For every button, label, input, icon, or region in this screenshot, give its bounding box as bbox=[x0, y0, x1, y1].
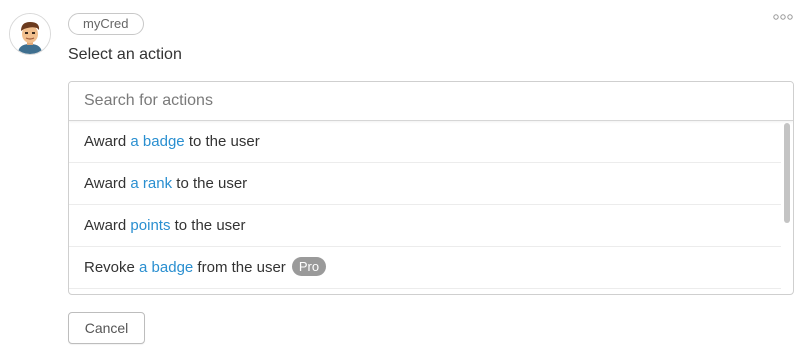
cancel-button[interactable]: Cancel bbox=[68, 312, 145, 344]
action-highlight: a rank bbox=[130, 175, 173, 192]
action-suffix: from the user bbox=[193, 259, 286, 276]
action-highlight: a badge bbox=[139, 259, 194, 276]
action-highlight: a badge bbox=[130, 133, 185, 150]
action-list: Award a badge to the user Award a rank t… bbox=[69, 121, 781, 294]
list-item[interactable]: Award a rank to the user bbox=[69, 163, 781, 205]
action-suffix: to the user bbox=[172, 175, 248, 192]
user-avatar-icon bbox=[10, 14, 50, 54]
list-item[interactable]: Award points to the user bbox=[69, 205, 781, 247]
list-item[interactable]: Revoke a badge from the user Pro bbox=[69, 247, 781, 289]
page-title: Select an action bbox=[68, 46, 182, 63]
action-prefix: Award bbox=[84, 217, 131, 234]
action-prefix: Award bbox=[84, 133, 131, 150]
scrollbar[interactable] bbox=[784, 123, 790, 223]
action-prefix: Award bbox=[84, 175, 131, 192]
action-prefix: Revoke bbox=[84, 259, 140, 276]
search-input[interactable] bbox=[69, 82, 793, 121]
pro-badge: Pro bbox=[291, 257, 327, 276]
avatar bbox=[9, 13, 51, 55]
list-item[interactable]: Award a badge to the user bbox=[69, 121, 781, 163]
action-suffix: to the user bbox=[184, 133, 260, 150]
app-source-badge: myCred bbox=[68, 13, 144, 35]
list-item[interactable] bbox=[69, 289, 781, 294]
more-horizontal-icon[interactable] bbox=[773, 13, 793, 21]
action-suffix: to the user bbox=[170, 217, 246, 234]
action-highlight: points bbox=[130, 217, 171, 234]
action-picker: Award a badge to the user Award a rank t… bbox=[68, 81, 794, 295]
